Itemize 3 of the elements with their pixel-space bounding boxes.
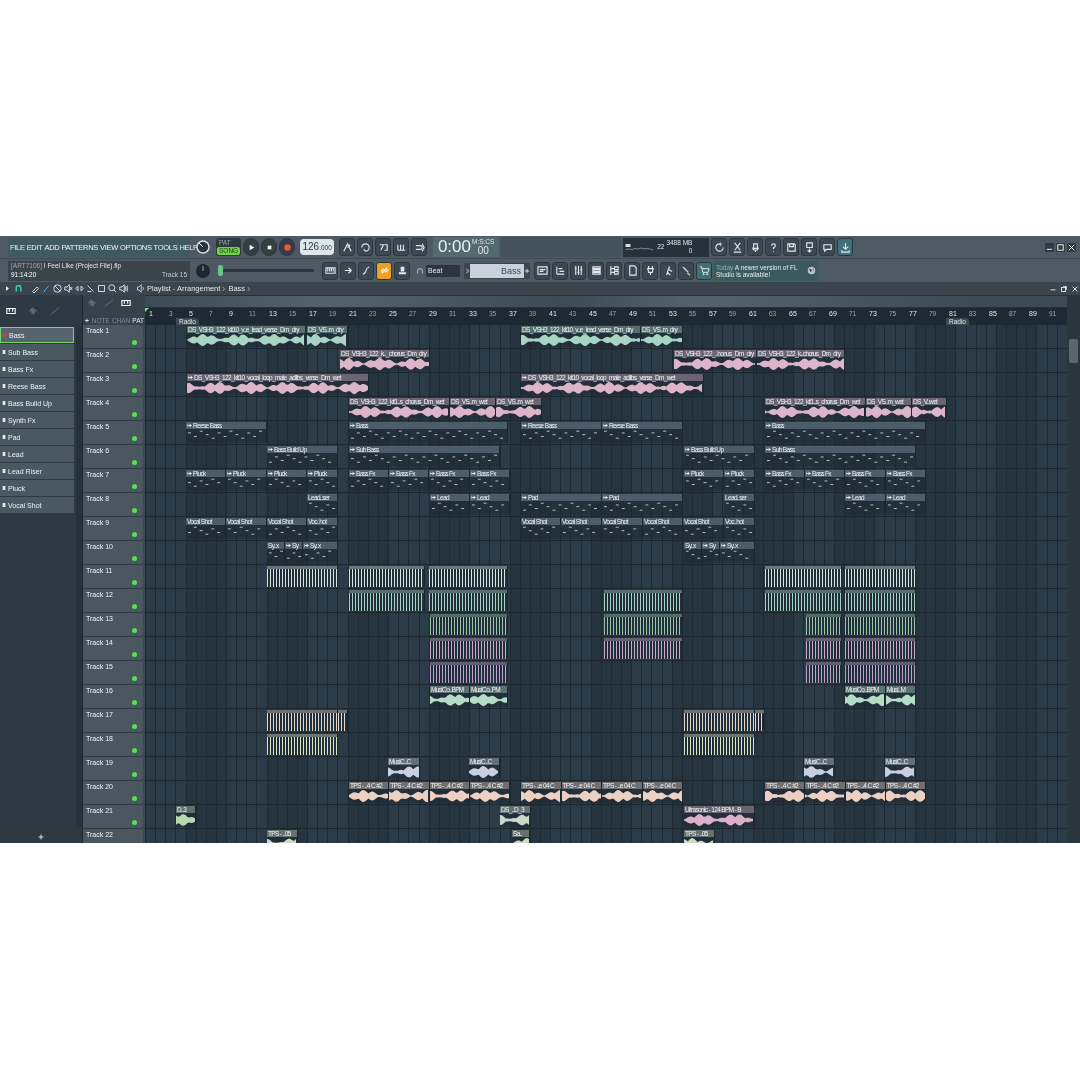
pattern-selector[interactable]: Bass	[470, 263, 524, 278]
time-value: 0:00	[437, 237, 471, 257]
time-centiseconds: 00	[477, 245, 489, 256]
